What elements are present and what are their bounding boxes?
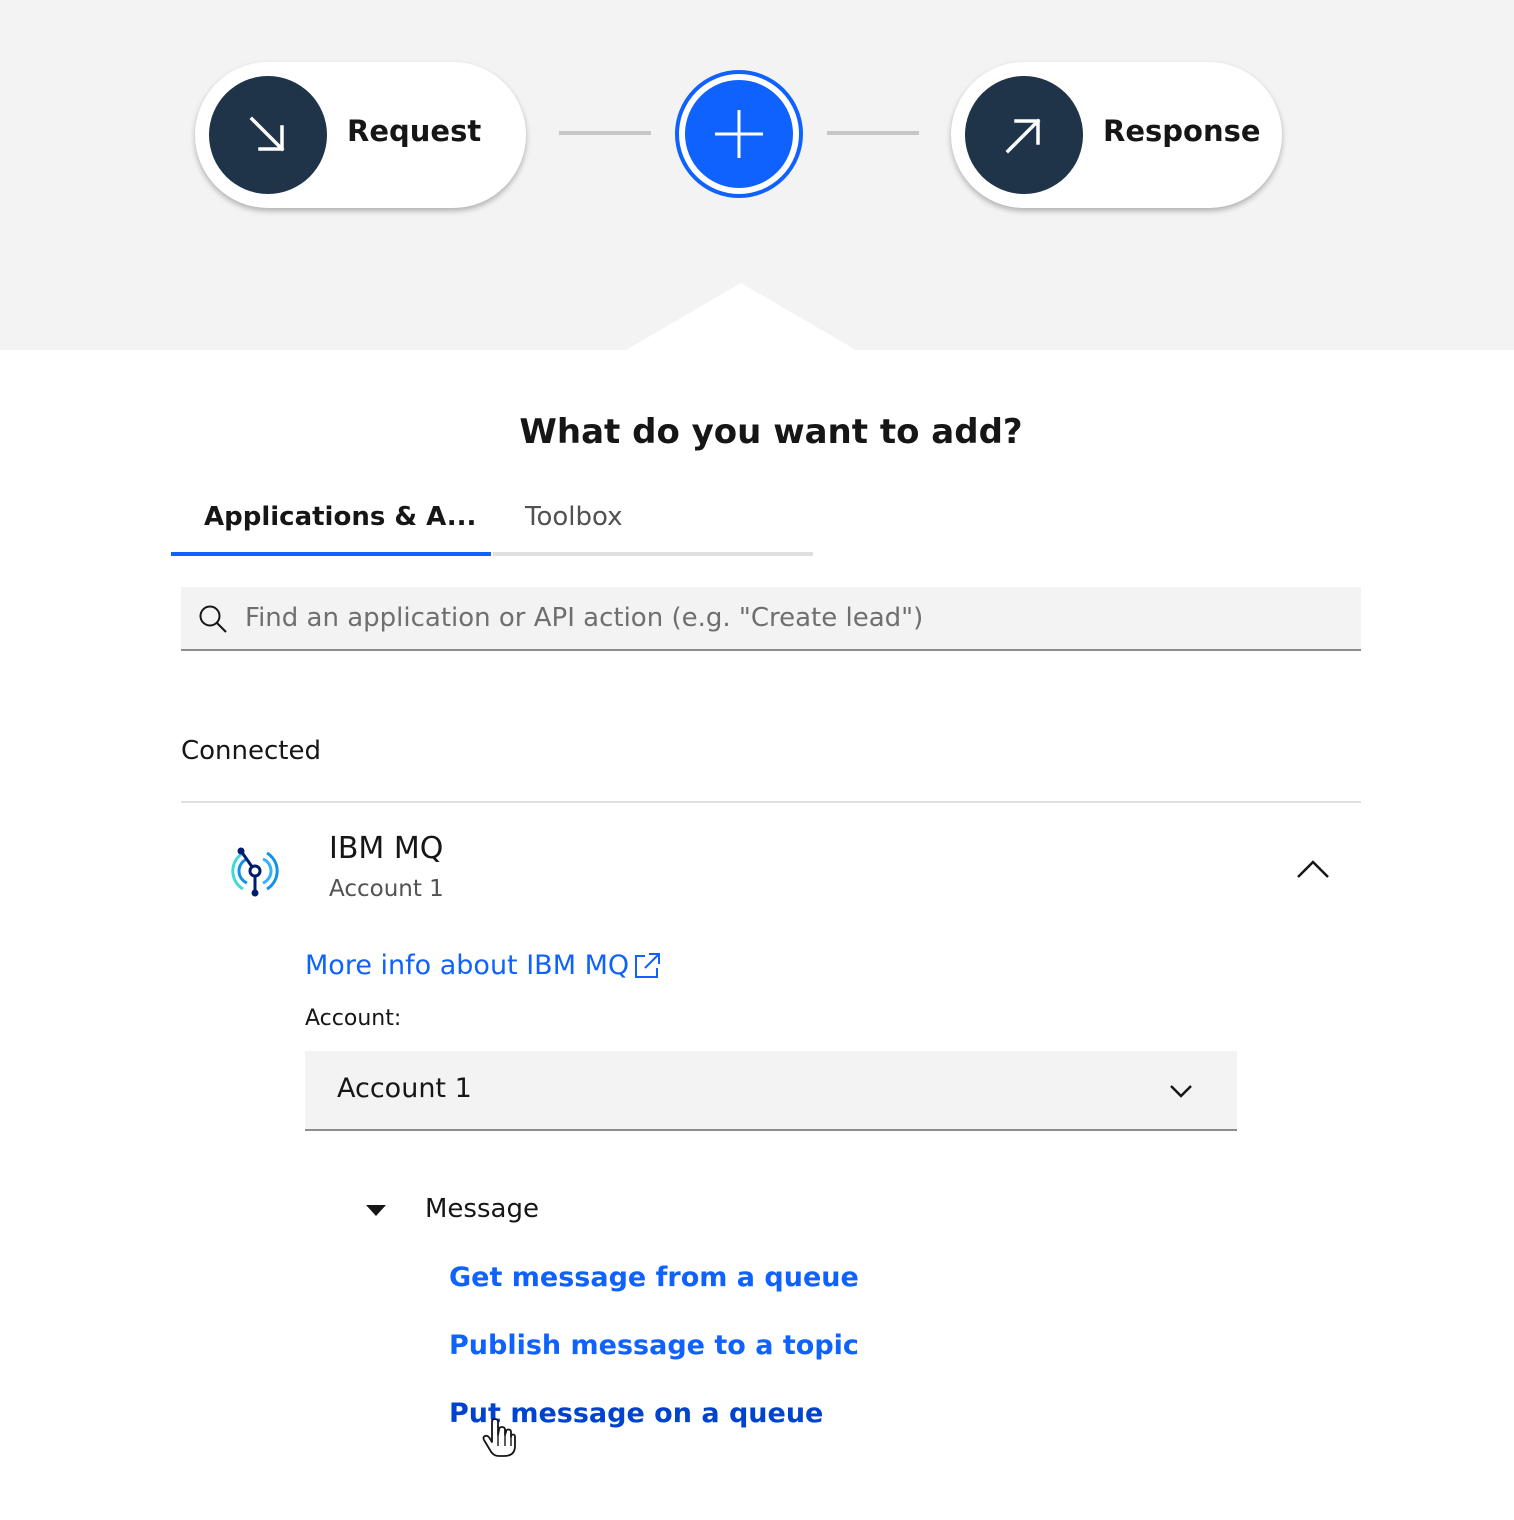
response-node-label: Response [1103,114,1261,148]
account-dropdown[interactable]: Account 1 [305,1051,1237,1131]
tab-applications-label: Applications & A... [204,502,477,532]
add-node-button[interactable] [675,70,803,198]
tab-applications[interactable]: Applications & A... [171,492,491,556]
request-node[interactable]: Request [195,62,526,208]
app-row-ibm-mq[interactable]: IBM MQ Account 1 [181,803,1361,933]
search-icon [199,605,227,633]
chevron-down-icon [1170,1085,1192,1098]
panel-title: What do you want to add? [519,412,1023,452]
ibm-mq-logo-icon [231,847,279,897]
account-label: Account: [305,1006,402,1031]
external-link-icon [635,952,661,978]
request-node-icon-circle [209,76,327,194]
section-label-connected: Connected [181,736,322,766]
request-node-label: Request [347,114,482,148]
action-publish-message[interactable]: Publish message to a topic [449,1330,859,1361]
collapse-app-button[interactable] [1289,853,1337,885]
more-info-link-label: More info about IBM MQ [305,950,630,981]
connector-line [827,131,919,135]
response-node-icon-circle [965,76,1083,194]
response-node[interactable]: Response [951,62,1282,208]
plus-icon [715,110,763,158]
message-group-toggle[interactable]: Message [362,1192,562,1232]
flow-canvas: Request Response [0,0,1514,350]
more-info-link[interactable]: More info about IBM MQ [305,950,661,981]
app-name: IBM MQ [329,831,444,866]
arrow-up-right-icon [1005,118,1041,154]
message-group-label: Message [425,1194,539,1224]
action-put-message[interactable]: Put message on a queue [449,1398,823,1429]
app-account-subtitle: Account 1 [329,876,444,902]
add-node-button-inner[interactable] [685,80,793,188]
action-get-message[interactable]: Get message from a queue [449,1262,859,1293]
panel-pointer [626,283,856,350]
tab-toolbox-label: Toolbox [525,502,623,532]
search-field [181,587,1361,651]
caret-down-icon [366,1205,386,1216]
account-dropdown-value: Account 1 [337,1073,472,1104]
arrow-down-right-icon [249,116,285,152]
tab-list: Applications & A... Toolbox [171,492,813,556]
chevron-up-icon [1297,860,1329,878]
search-input[interactable] [245,587,1345,649]
tab-toolbox[interactable]: Toolbox [493,492,813,556]
connector-line [559,131,651,135]
